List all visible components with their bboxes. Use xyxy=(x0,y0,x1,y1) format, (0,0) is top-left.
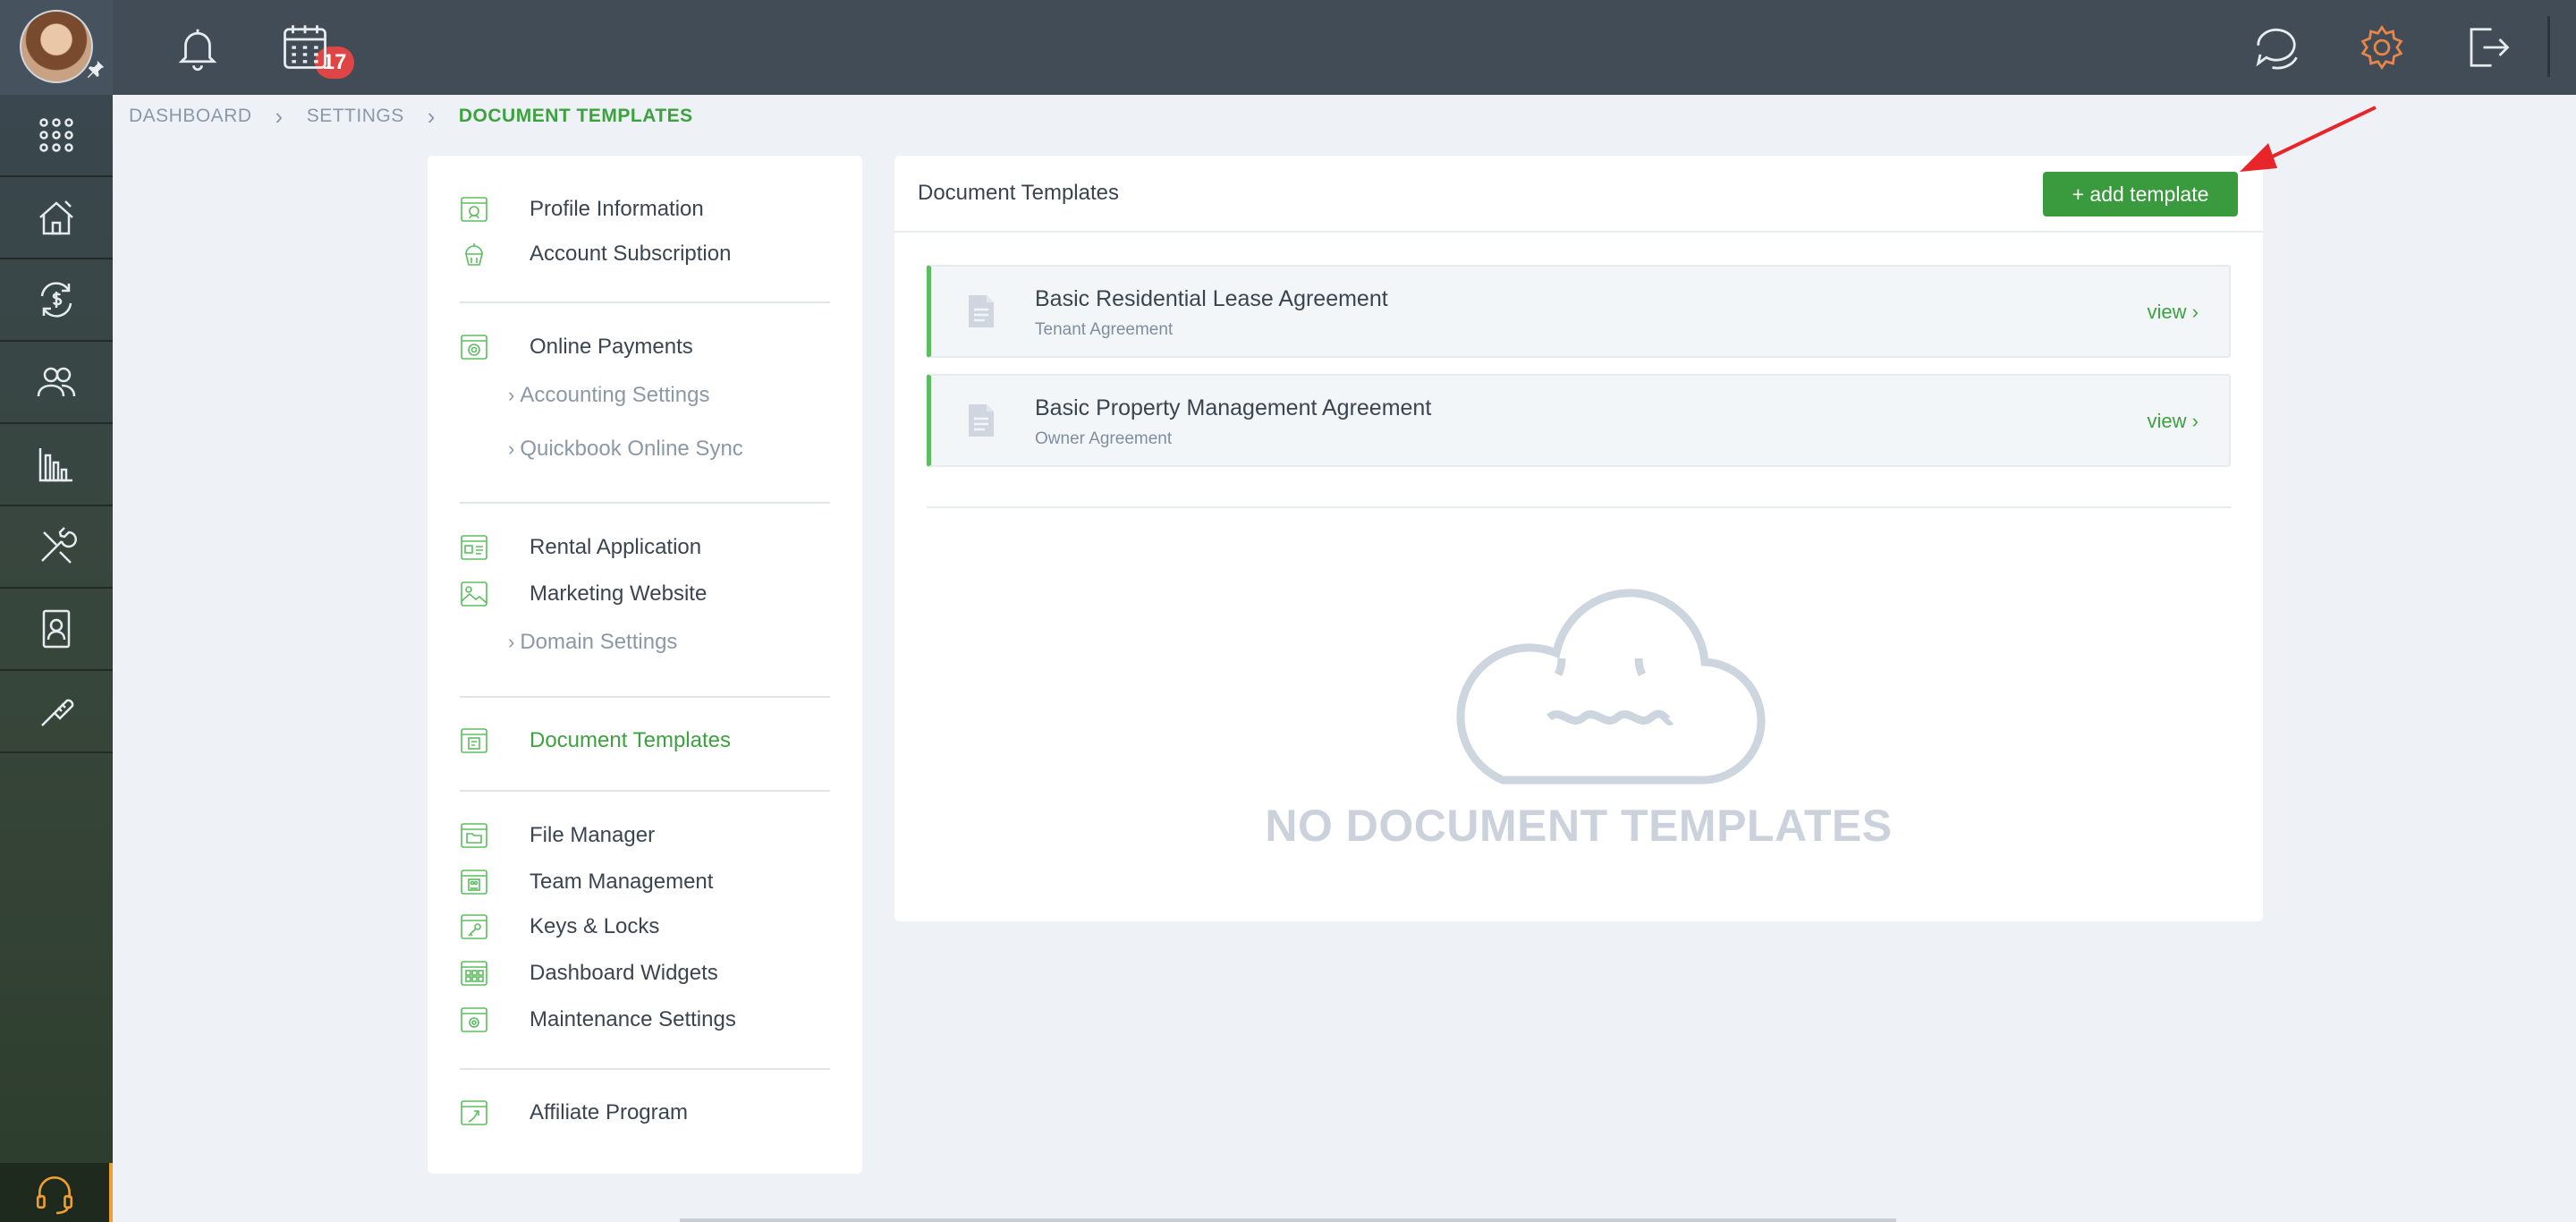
chevron-right-icon: › xyxy=(508,631,515,653)
folder-icon xyxy=(461,823,487,848)
affiliate-icon xyxy=(461,1100,487,1125)
menu-item-file-manager[interactable]: File Manager xyxy=(460,821,655,850)
application-icon xyxy=(461,535,487,560)
rail-reports[interactable] xyxy=(0,424,113,506)
tools-icon xyxy=(41,699,74,726)
page-footer-shadow xyxy=(680,1218,1896,1222)
chevron-right-icon: › xyxy=(275,103,284,130)
support-button[interactable] xyxy=(0,1163,113,1222)
document-templates-panel: Document Templates + add template Basic … xyxy=(894,156,2263,921)
menu-subitem-domain-settings[interactable]: › Domain Settings xyxy=(508,630,677,655)
menu-item-marketing-website[interactable]: Marketing Website xyxy=(460,580,707,608)
menu-divider xyxy=(460,301,830,303)
menu-divider xyxy=(460,696,830,698)
panel-header: Document Templates + add template xyxy=(894,156,2263,233)
empty-state-message: NO DOCUMENT TEMPLATES xyxy=(1265,801,1893,851)
add-template-button[interactable]: + add template xyxy=(2043,172,2238,216)
payments-settings-icon xyxy=(461,335,487,360)
menu-divider xyxy=(460,790,830,792)
bell-icon[interactable] xyxy=(174,23,222,72)
cupcake-icon xyxy=(464,243,484,266)
topbar-divider xyxy=(2547,16,2550,77)
menu-item-rental-application[interactable]: Rental Application xyxy=(460,533,701,562)
template-name: Basic Residential Lease Agreement xyxy=(1035,286,1388,311)
rail-contacts[interactable] xyxy=(0,589,113,671)
sad-cloud-icon xyxy=(1456,589,1766,785)
logout-icon[interactable] xyxy=(2463,23,2512,72)
rail-properties[interactable] xyxy=(0,177,113,259)
gear-icon[interactable] xyxy=(2358,23,2406,72)
settings-cog-icon xyxy=(461,1007,487,1032)
menu-item-dashboard-widgets[interactable]: Dashboard Widgets xyxy=(460,959,718,988)
chat-icon[interactable] xyxy=(2252,23,2301,72)
breadcrumb-dashboard[interactable]: DASHBOARD xyxy=(129,106,252,127)
annotation-arrow-icon xyxy=(2240,106,2377,172)
breadcrumb-current: DOCUMENT TEMPLATES xyxy=(458,106,693,126)
menu-divider xyxy=(460,502,830,504)
pin-icon[interactable] xyxy=(86,59,106,79)
template-type: Owner Agreement xyxy=(1035,429,1173,448)
menu-item-team-management[interactable]: Team Management xyxy=(460,868,713,896)
document-icon xyxy=(969,295,994,327)
menu-item-account-subscription[interactable]: Account Subscription xyxy=(460,240,731,268)
template-type: Tenant Agreement xyxy=(1035,320,1174,339)
calendar-icon[interactable] xyxy=(281,23,329,72)
chevron-right-icon: › xyxy=(2191,410,2199,432)
menu-item-maintenance-settings[interactable]: Maintenance Settings xyxy=(460,1006,736,1034)
people-icon xyxy=(37,367,76,397)
image-icon xyxy=(461,581,487,607)
user-avatar[interactable] xyxy=(20,10,93,83)
menu-subitem-quickbook-online-sync[interactable]: › Quickbook Online Sync xyxy=(508,437,743,462)
key-icon xyxy=(461,914,487,939)
panel-divider xyxy=(927,506,2231,508)
template-row[interactable]: Basic Residential Lease Agreement Tenant… xyxy=(927,265,2231,358)
chevron-right-icon: › xyxy=(2191,301,2199,323)
contacts-icon xyxy=(42,609,71,649)
top-bar: 17 xyxy=(113,0,2576,95)
breadcrumb: DASHBOARD › SETTINGS › DOCUMENT TEMPLATE… xyxy=(129,103,693,130)
headset-icon xyxy=(36,1176,73,1215)
rail-people[interactable] xyxy=(0,342,113,424)
property-icon xyxy=(39,200,73,235)
rail-payments[interactable] xyxy=(0,259,113,342)
left-rail xyxy=(0,0,113,1222)
rail-tools[interactable] xyxy=(0,671,113,753)
reports-icon xyxy=(38,448,72,482)
maintenance-icon xyxy=(41,527,77,564)
panel-title: Document Templates xyxy=(918,181,1119,205)
settings-menu: Profile Information Account Subscription… xyxy=(428,156,862,1174)
template-row[interactable]: Basic Property Management Agreement Owne… xyxy=(927,374,2231,467)
view-template-link[interactable]: view › xyxy=(2148,301,2199,324)
document-template-icon xyxy=(461,728,487,753)
payments-icon xyxy=(40,282,72,318)
menu-item-document-templates[interactable]: Document Templates xyxy=(460,726,731,755)
document-icon xyxy=(969,404,994,437)
rail-maintenance[interactable] xyxy=(0,506,113,589)
profile-icon xyxy=(461,197,487,222)
menu-item-affiliate-program[interactable]: Affiliate Program xyxy=(460,1099,688,1127)
rail-apps-grid[interactable] xyxy=(0,95,113,177)
widgets-icon xyxy=(461,961,487,986)
breadcrumb-settings[interactable]: SETTINGS xyxy=(307,106,404,127)
menu-item-online-payments[interactable]: Online Payments xyxy=(460,333,693,361)
template-name: Basic Property Management Agreement xyxy=(1035,395,1432,420)
view-template-link[interactable]: view › xyxy=(2148,410,2199,433)
chevron-right-icon: › xyxy=(508,384,515,406)
avatar-cell xyxy=(0,0,113,95)
menu-subitem-accounting-settings[interactable]: › Accounting Settings xyxy=(508,383,709,408)
chevron-right-icon: › xyxy=(427,103,436,130)
chevron-right-icon: › xyxy=(508,437,515,460)
menu-item-keys-locks[interactable]: Keys & Locks xyxy=(460,912,659,941)
menu-item-profile-information[interactable]: Profile Information xyxy=(460,195,704,224)
apps-grid-icon xyxy=(39,118,73,152)
team-icon xyxy=(461,870,487,895)
menu-divider xyxy=(460,1068,830,1070)
